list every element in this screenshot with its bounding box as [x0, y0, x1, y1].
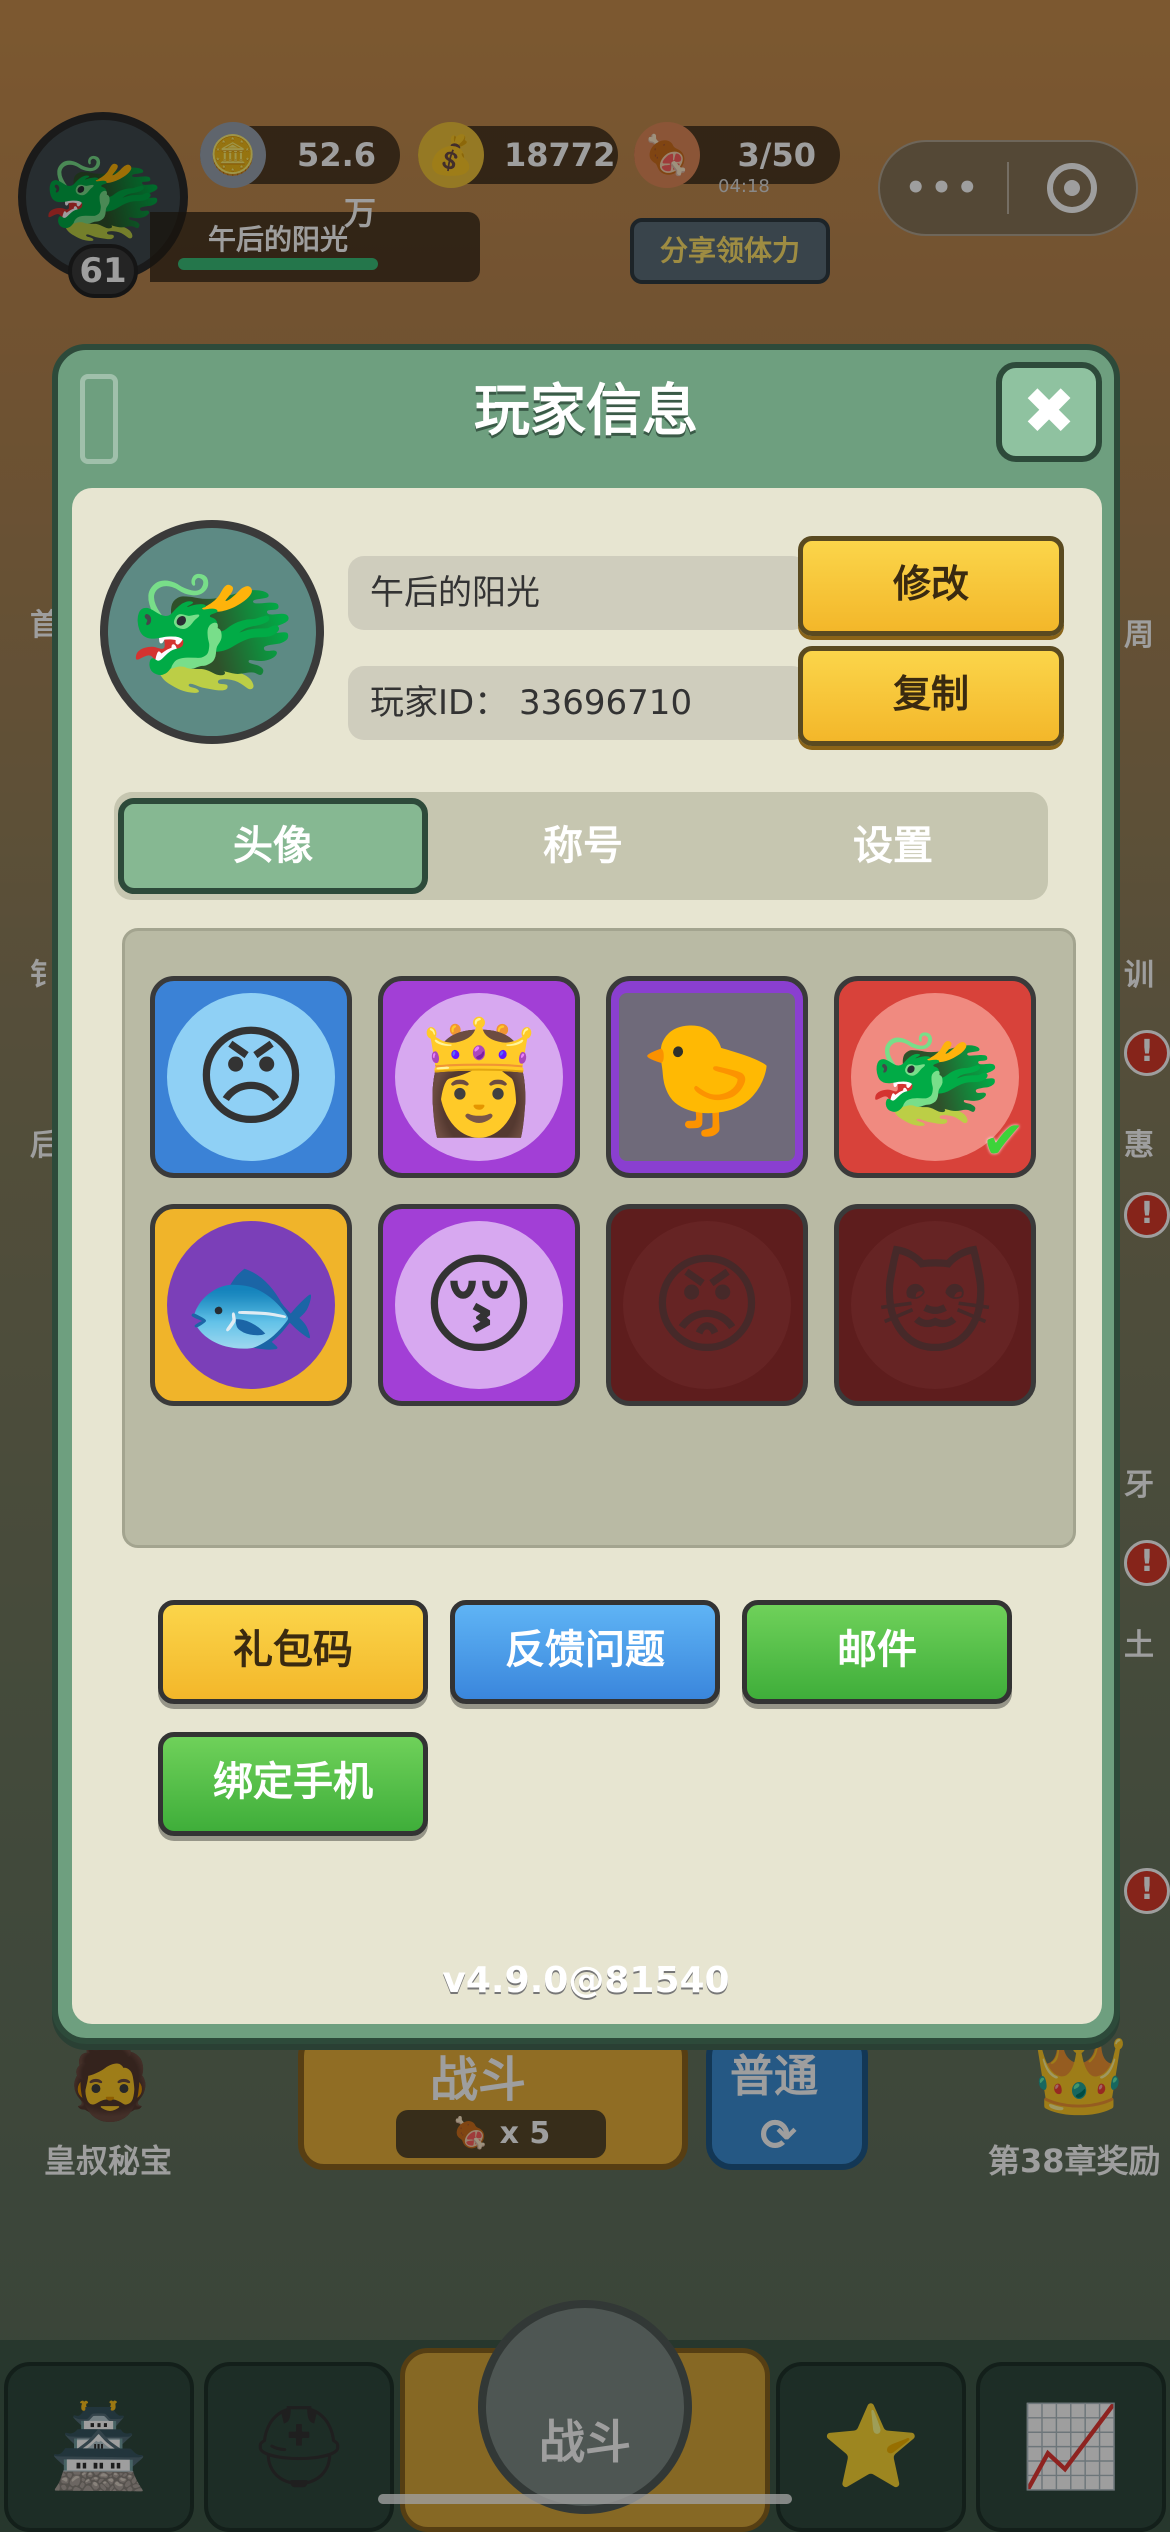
avatar-option[interactable]: 😚	[378, 1204, 580, 1406]
avatar-option[interactable]: 😡	[606, 1204, 808, 1406]
avatar-option[interactable]: 👸	[378, 976, 580, 1178]
modify-name-button[interactable]: 修改	[798, 536, 1064, 636]
close-button[interactable]: ✖	[996, 362, 1102, 462]
gift-code-button[interactable]: 礼包码	[158, 1600, 428, 1704]
copy-id-button[interactable]: 复制	[798, 646, 1064, 746]
avatar-option[interactable]: 🐟	[150, 1204, 352, 1406]
panel-title: 玩家信息	[474, 379, 698, 444]
player-avatar: 🐲	[100, 520, 324, 744]
warrior-headband-icon: 😠	[167, 993, 335, 1161]
lucky-cat-locked-icon: 🐱	[851, 1221, 1019, 1389]
bind-phone-button[interactable]: 绑定手机	[158, 1732, 428, 1836]
purple-hair-hero-icon: 👸	[395, 993, 563, 1161]
avatar-option[interactable]: 🐱	[834, 1204, 1036, 1406]
version-label: v4.9.0@81540	[442, 1960, 730, 2001]
feedback-button[interactable]: 反馈问题	[450, 1600, 720, 1704]
photo-avatar-icon: 🐤	[619, 993, 795, 1161]
player-id-field: 玩家ID： 33696710	[348, 666, 808, 740]
close-icon: ✖	[1022, 375, 1076, 449]
tab-avatar[interactable]: 头像	[118, 798, 428, 894]
avatar-option[interactable]: 😠	[150, 976, 352, 1178]
green-hat-hero-icon: 😚	[395, 1221, 563, 1389]
mail-button[interactable]: 邮件	[742, 1600, 1012, 1704]
avatar-option[interactable]: 🐤	[606, 976, 808, 1178]
tab-settings[interactable]: 设置	[738, 798, 1048, 894]
tab-title[interactable]: 称号	[428, 798, 738, 894]
checkmark-icon: ✔	[981, 1111, 1025, 1171]
player-name-field: 午后的阳光	[348, 556, 808, 630]
warlord-locked-icon: 😡	[623, 1221, 791, 1389]
red-fish-icon: 🐟	[167, 1221, 335, 1389]
avatar-option[interactable]: 🐲 ✔	[834, 976, 1036, 1178]
dragon-helmet-avatar-icon: 🐲	[124, 550, 300, 713]
